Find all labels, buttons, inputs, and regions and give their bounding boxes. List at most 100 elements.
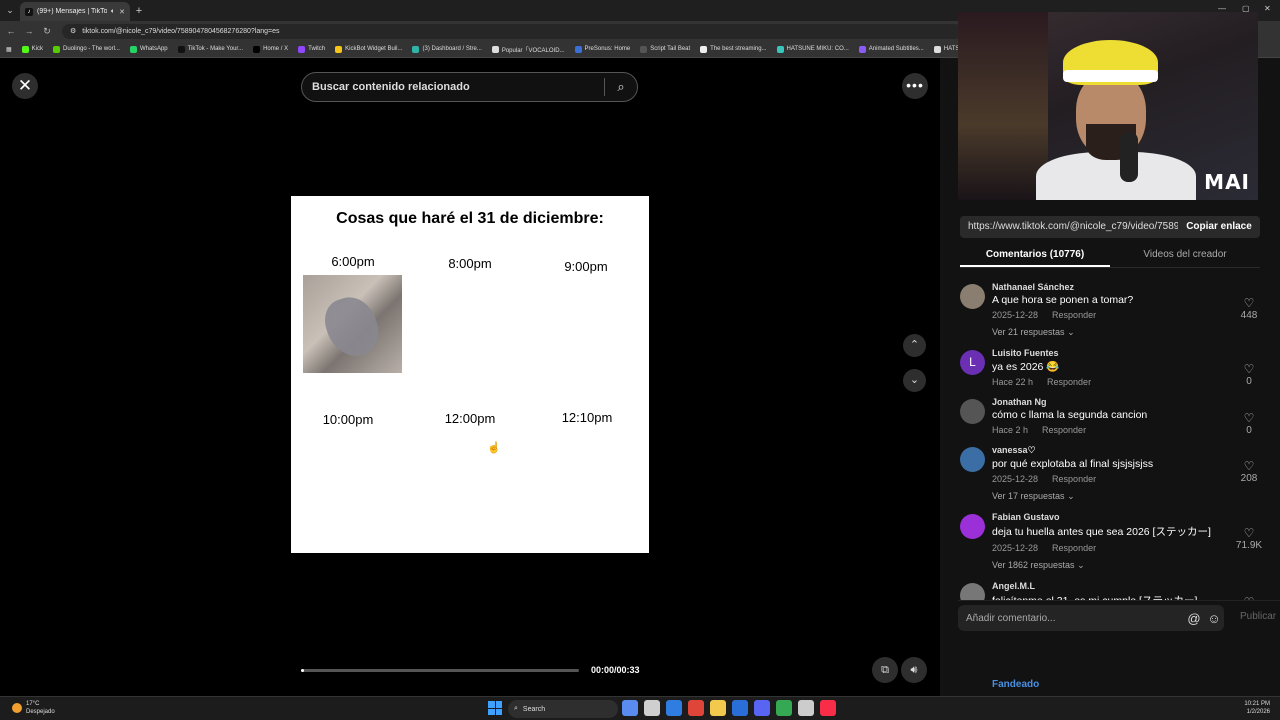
bookmark-item[interactable]: Home / X [253,45,289,53]
bookmark-item[interactable]: WhatsApp [129,45,168,53]
like-button[interactable]: ♡ 71.9K [1234,526,1264,551]
webcam-background [958,12,1048,200]
reply-button[interactable]: Responder [1047,377,1091,387]
bookmark-label: Home / X [263,46,289,52]
emoji-icon[interactable]: ☺ [1204,611,1224,626]
progress-bar[interactable] [301,668,579,672]
chevron-down-icon: ⌄ [1067,491,1075,501]
bookmark-favicon-icon [253,45,261,53]
tab-creator-videos[interactable]: Videos del creador [1110,244,1260,267]
like-button[interactable]: ♡ 208 [1234,459,1264,484]
bookmark-favicon-icon [129,45,137,53]
avatar[interactable] [960,399,985,424]
taskbar-app-icon[interactable] [688,700,704,716]
bookmark-item[interactable]: Twitch [298,45,326,53]
bookmark-item[interactable]: TikTok - Make Your... [177,45,243,53]
forward-icon[interactable]: → [22,26,36,36]
share-link-url[interactable]: https://www.tiktok.com/@nicole_c79/video… [960,216,1178,238]
system-clock[interactable]: 10:21 PM 1/2/2026 [1244,700,1270,716]
new-tab-button[interactable]: + [130,5,148,17]
search-icon[interactable]: ⌕ [605,79,637,95]
bookmark-item[interactable]: The best streaming... [700,45,767,53]
reply-button[interactable]: Responder [1042,425,1086,435]
close-tab-icon[interactable]: ✕ [119,8,125,16]
close-window-icon[interactable]: ✕ [1264,4,1271,13]
floating-player-button[interactable]: ⧉ [872,657,898,683]
site-info-icon[interactable]: ⚙︎ [70,27,76,35]
mention-icon[interactable]: @ [1184,611,1204,626]
more-options-button[interactable]: ••• [902,73,928,99]
taskbar-app-icon[interactable] [798,700,814,716]
reply-button[interactable]: Responder [1052,543,1096,553]
like-count: 448 [1240,310,1258,321]
reload-icon[interactable]: ↻ [40,26,54,37]
comment-input[interactable] [966,612,1184,624]
panel-tabs: Comentarios (10776) Videos del creador [960,244,1260,268]
taskbar-search[interactable]: ⌕ Search [508,700,618,718]
avatar[interactable] [960,514,985,539]
comment-username[interactable]: Jonathan Ng [992,397,1268,407]
taskbar-app-icon[interactable] [644,700,660,716]
bookmark-item[interactable]: Animated Subtitles... [858,45,924,53]
taskbar-app-icon[interactable] [622,700,638,716]
bookmark-label: Twitch [308,46,326,52]
time-label-5: 12:00pm [444,411,496,426]
taskbar-search-icon: ⌕ [514,705,518,712]
comment-username[interactable]: vanessa♡ [992,445,1268,456]
url-field[interactable]: ⚙︎ tiktok.com/@nicole_c79/video/75890478… [62,23,962,39]
bookmark-item[interactable]: Popular「VOCALOID... [491,45,565,54]
video-frame: Cosas que haré el 31 de diciembre: 6:00p… [291,196,649,553]
comment-username[interactable]: Angel.M.L [992,581,1268,591]
related-search-input[interactable] [312,81,604,93]
comment-username[interactable]: Fabian Gustavo [992,512,1268,522]
streamer-logo: MAI [1204,170,1250,194]
video-player[interactable]: ⌕ Cosas que haré el 31 de diciembre: 6:0… [291,58,649,696]
start-icon[interactable] [488,701,502,715]
url-text: tiktok.com/@nicole_c79/video/75890478045… [82,27,280,35]
bookmark-item[interactable]: Kick [21,45,43,53]
bookmark-item[interactable]: KickBot Widget Buil... [335,45,402,53]
like-button[interactable]: ♡ 0 [1234,411,1264,436]
taskbar-app-icon[interactable] [820,700,836,716]
heart-icon: ♡ [1243,296,1255,310]
view-replies-button[interactable]: Ver 1862 respuestas ⌄ [992,560,1268,571]
taskbar-app-icon[interactable] [776,700,792,716]
apps-grid-icon[interactable]: ▦ [6,46,12,53]
volume-icon[interactable]: 🔊︎ [901,657,927,683]
pointer-cursor-icon: ☝ [487,442,501,454]
speaker-icon[interactable]: 🔈︎ [111,8,115,16]
back-icon[interactable]: ← [4,26,18,36]
tab-comments[interactable]: Comentarios (10776) [960,244,1110,267]
tab-title: (99+) Mensajes | TikTok [37,8,107,15]
view-replies-button[interactable]: Ver 17 respuestas ⌄ [992,491,1268,502]
browser-tab-tiktok[interactable]: ♪ (99+) Mensajes | TikTok 🔈︎ ✕ [20,2,130,21]
bookmark-item[interactable]: Duolingo - The worl... [53,45,120,53]
tab-list-icon[interactable]: ⌄ [0,0,20,21]
taskbar-app-icon[interactable] [754,700,770,716]
avatar[interactable] [960,284,985,309]
reply-button[interactable]: Responder [1052,310,1096,320]
weather-widget[interactable]: 17°C Despejado [12,700,55,716]
taskbar-app-icon[interactable] [666,700,682,716]
bookmark-item[interactable]: PreSonus: Home [574,45,630,53]
view-replies-button[interactable]: Ver 21 respuestas ⌄ [992,327,1268,338]
like-button[interactable]: ♡ 448 [1234,296,1264,321]
comment-username[interactable]: Luisito Fuentes [992,348,1268,358]
next-video-button[interactable]: ⌄ [903,369,926,392]
previous-video-button[interactable]: ⌃ [903,334,926,357]
taskbar-apps [622,700,836,716]
bookmark-item[interactable]: HATSUNE MIKU: CO... [776,45,849,53]
copy-link-button[interactable]: Copiar enlace [1178,216,1260,238]
reply-button[interactable]: Responder [1052,474,1096,484]
view-replies-label: Ver 1862 respuestas [992,560,1075,570]
like-button[interactable]: ♡ 0 [1234,362,1264,387]
close-video-button[interactable]: ✕ [12,73,38,99]
publish-button[interactable]: Publicar [1240,611,1276,622]
avatar[interactable]: L [960,350,985,375]
comment-username[interactable]: Nathanael Sánchez [992,282,1268,292]
avatar[interactable] [960,447,985,472]
taskbar-app-icon[interactable] [732,700,748,716]
bookmark-item[interactable]: Script Tail Beat [640,45,690,53]
bookmark-item[interactable]: (3) Dashboard / Stre... [412,45,482,53]
taskbar-app-icon[interactable] [710,700,726,716]
